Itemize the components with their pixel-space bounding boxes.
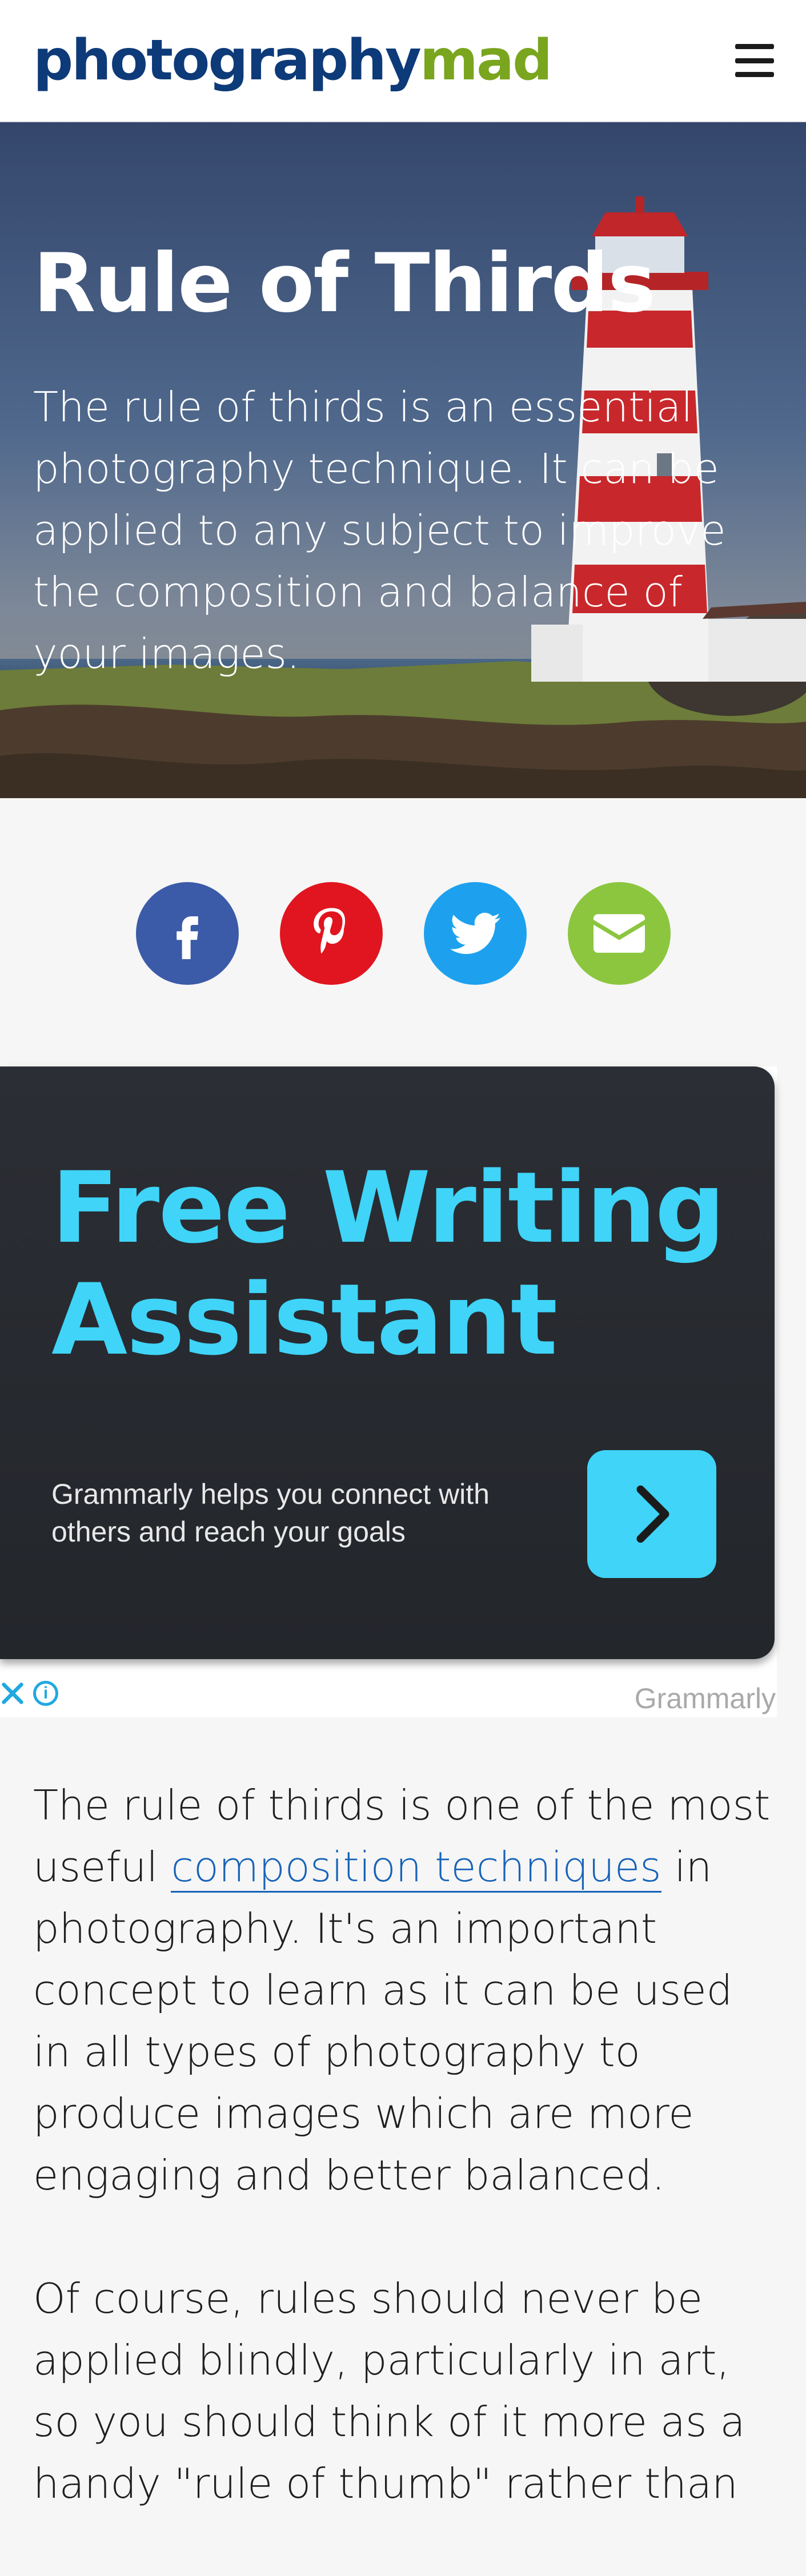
- hamburger-icon[interactable]: [735, 44, 774, 77]
- pinterest-icon: [313, 908, 345, 953]
- facebook-icon: [176, 916, 198, 959]
- site-header: photographymad: [0, 0, 806, 122]
- chevron-right-icon: [636, 1485, 669, 1543]
- ad-title-line-2: Assistant: [51, 1262, 558, 1377]
- email-icon: [593, 914, 645, 953]
- logo-primary-text: photography: [33, 28, 422, 93]
- article-text: in photography. It's an important concep…: [33, 1843, 733, 2199]
- hero-banner: Rule of Thirds The rule of thirds is an …: [0, 122, 806, 798]
- info-icon[interactable]: i: [33, 1681, 58, 1706]
- page-intro: The rule of thirds is an essential photo…: [33, 383, 726, 678]
- share-email-button[interactable]: [567, 882, 671, 985]
- twitter-icon: [450, 912, 500, 954]
- article-paragraph: Of course, rules should never be applied…: [33, 2275, 745, 2507]
- advertisement: Free Writing Assistant Grammarly helps y…: [0, 1066, 777, 1717]
- ad-controls: i: [0, 1681, 58, 1706]
- page-title: Rule of Thirds: [33, 236, 656, 331]
- ad-brand: Grammarly: [634, 1683, 776, 1714]
- article-body: The rule of thirds is one of the most us…: [33, 1774, 776, 2576]
- share-pinterest-button[interactable]: [279, 882, 383, 985]
- ad-card[interactable]: Free Writing Assistant Grammarly helps y…: [0, 1066, 775, 1659]
- ad-subtitle: Grammarly helps you connect with others …: [51, 1478, 490, 1548]
- article-paragraph: The rule of thirds is one of the most us…: [33, 1774, 776, 2206]
- logo-accent-text: mad: [419, 28, 552, 93]
- share-twitter-button[interactable]: [423, 882, 527, 985]
- share-bar: [0, 882, 806, 985]
- ad-title: Free Writing Assistant: [51, 1150, 725, 1377]
- composition-techniques-link[interactable]: composition techniques: [171, 1843, 661, 1893]
- site-logo[interactable]: photographymad: [33, 28, 552, 93]
- ad-cta-button[interactable]: [587, 1450, 716, 1578]
- share-facebook-button[interactable]: [135, 882, 239, 985]
- close-icon[interactable]: [0, 1681, 25, 1706]
- ad-title-line-1: Free Writing: [51, 1150, 725, 1265]
